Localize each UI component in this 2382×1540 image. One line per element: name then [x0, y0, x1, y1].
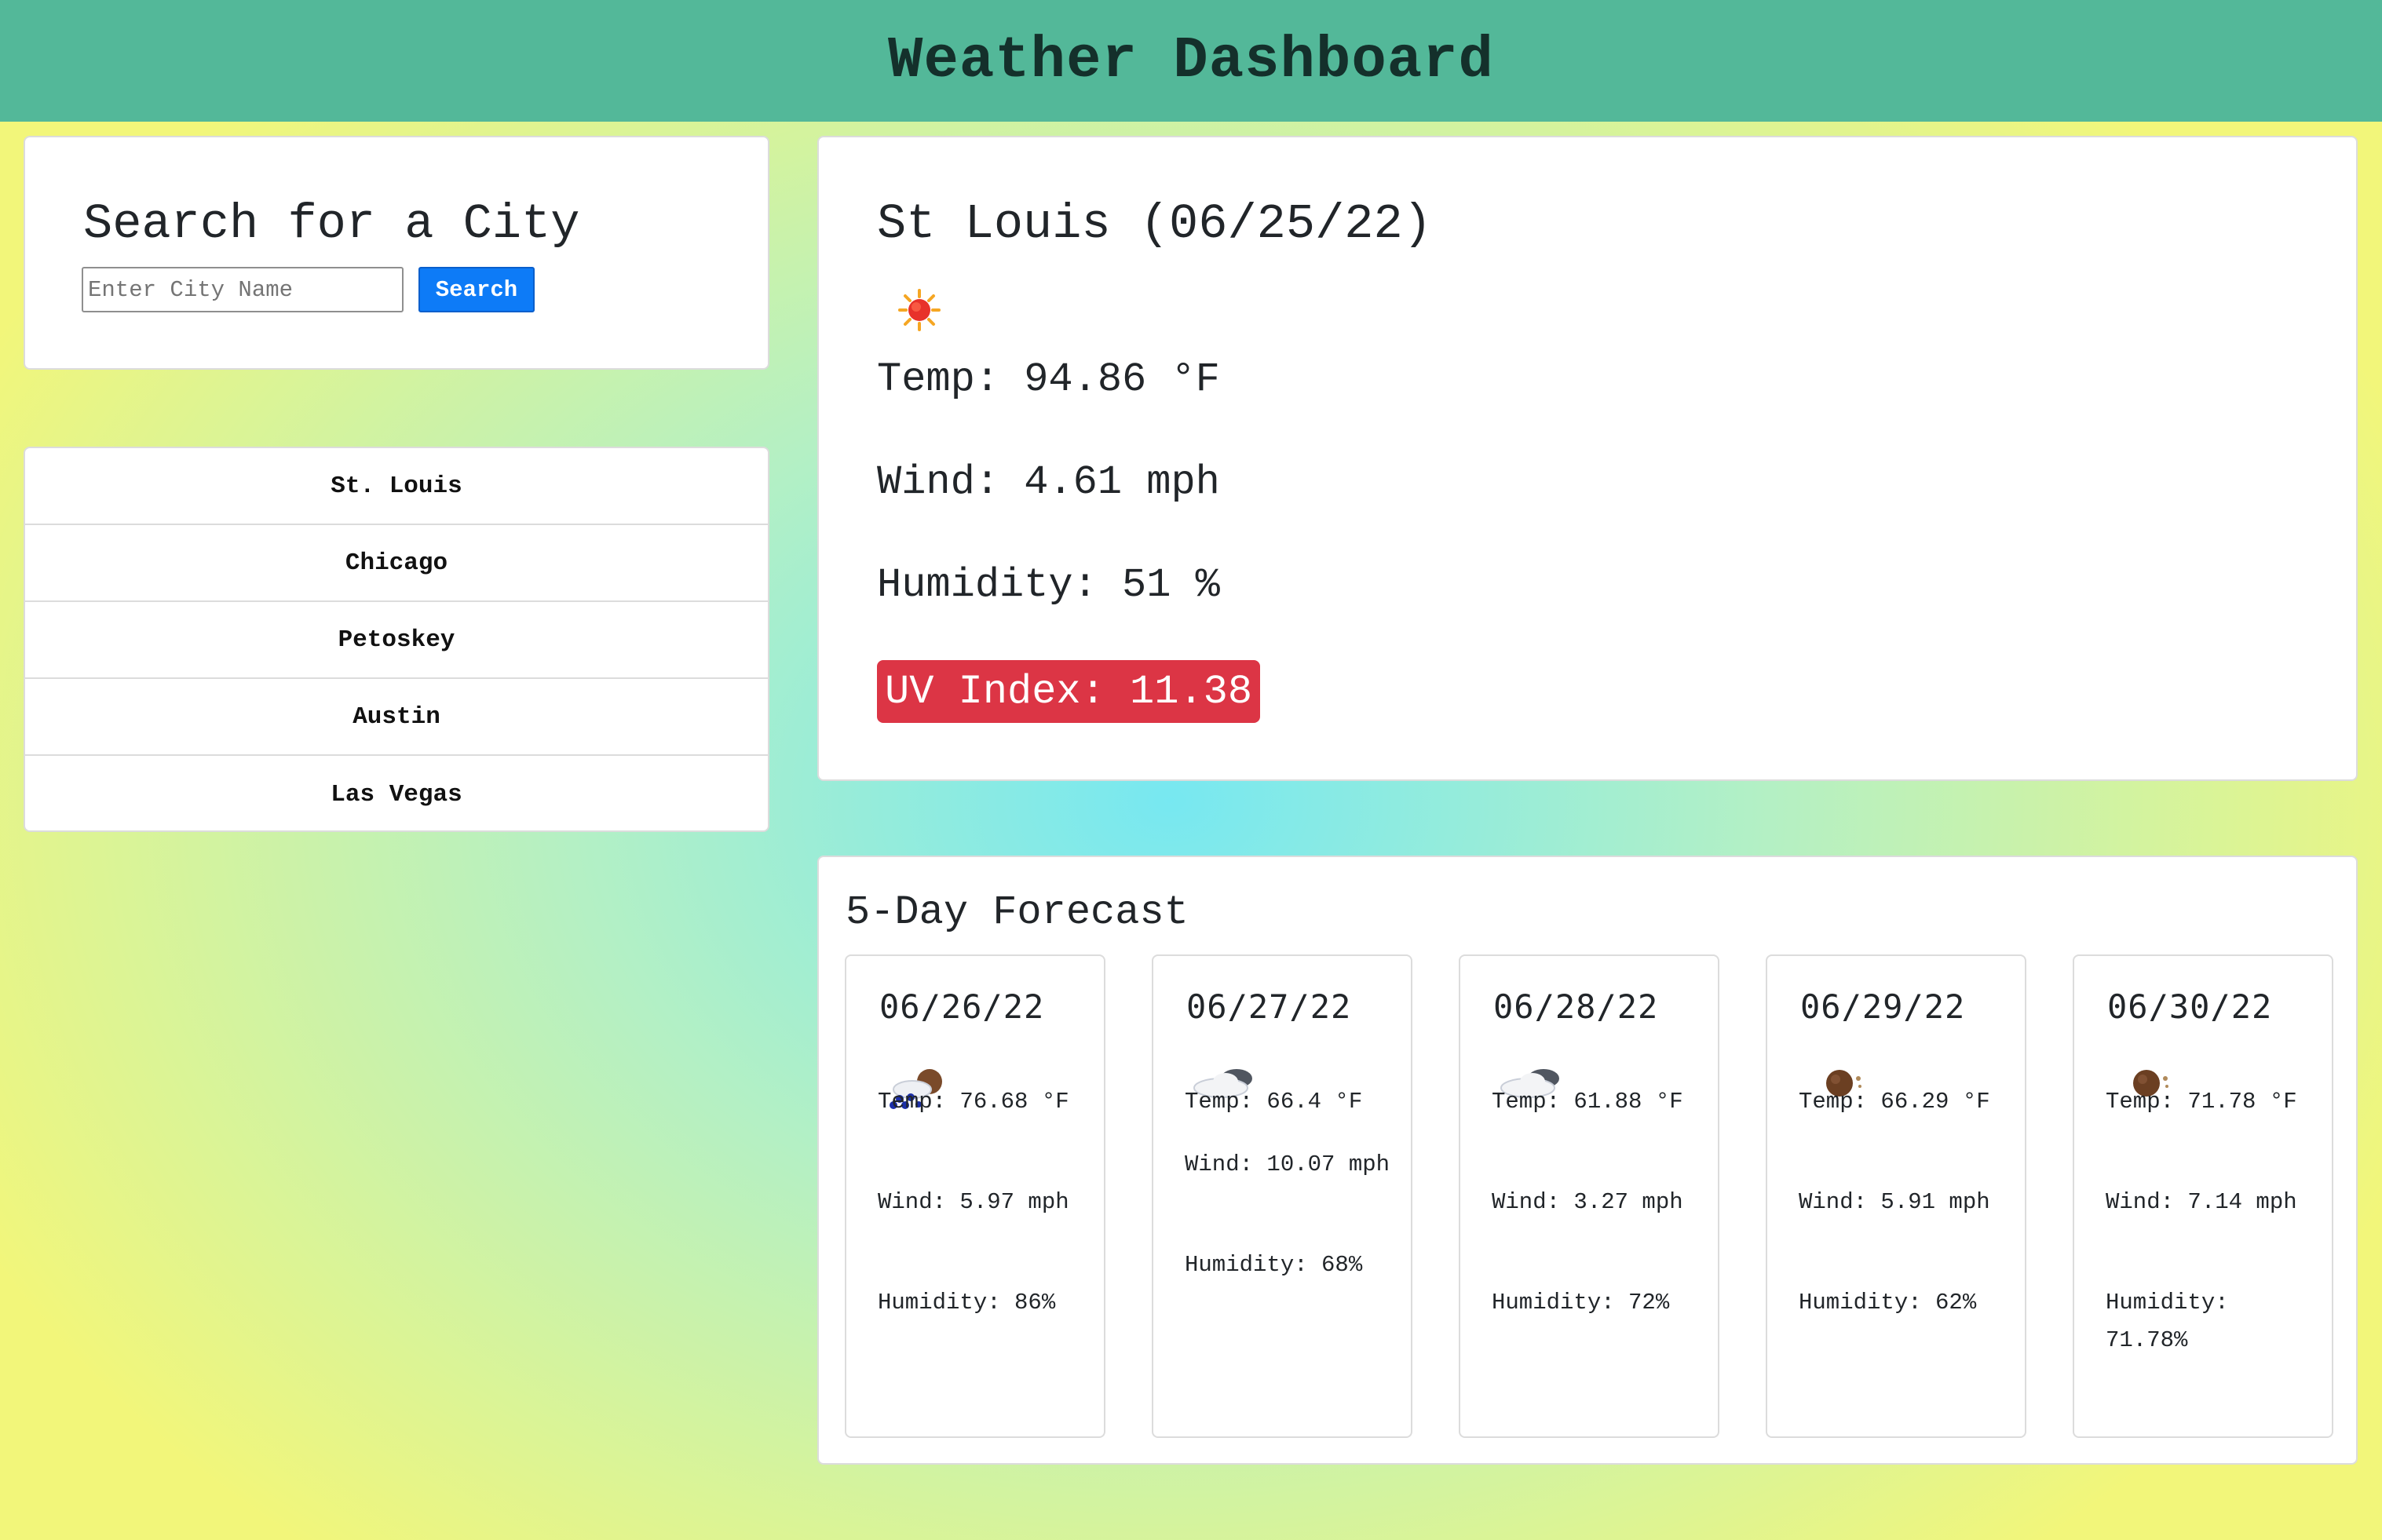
forecast-wind: Wind: 3.27 mph	[1492, 1189, 1683, 1215]
forecast-wind: Wind: 5.97 mph	[878, 1189, 1069, 1215]
forecast-temp: Temp: 61.88 °F	[1492, 1089, 1683, 1115]
forecast-temp: Temp: 66.4 °F	[1185, 1089, 1363, 1115]
forecast-humidity: Humidity: 72%	[1492, 1290, 1670, 1316]
forecast-wind: Wind: 7.14 mph	[2106, 1189, 2297, 1215]
forecast-wind: Wind: 10.07 mph	[1185, 1151, 1390, 1177]
forecast-temp: Temp: 76.68 °F	[878, 1089, 1069, 1115]
forecast-wind: Wind: 5.91 mph	[1799, 1189, 1990, 1215]
search-title: Search for a City	[83, 196, 580, 252]
forecast-day-card: 06/29/22 Temp: 66.29 °F Wind: 5.91 mph H…	[1766, 954, 2026, 1438]
search-history-list: St. Louis Chicago Petoskey Austin Las Ve…	[24, 447, 769, 832]
search-panel: Search for a City Search	[24, 136, 769, 370]
header-bar: Weather Dashboard	[0, 0, 2382, 122]
sun-icon	[897, 288, 941, 332]
history-item-st-louis[interactable]: St. Louis	[25, 448, 768, 525]
history-item-austin[interactable]: Austin	[25, 679, 768, 756]
uv-index-badge: UV Index: 11.38	[877, 660, 1261, 723]
forecast-day-card: 06/30/22 Temp: 71.78 °F Wind: 7.14 mph H…	[2073, 954, 2333, 1438]
forecast-date: 06/30/22	[2107, 987, 2273, 1026]
forecast-day-card: 06/26/22 Temp: 76.68 °F Wind: 5.97 mph H…	[845, 954, 1105, 1438]
search-button[interactable]: Search	[418, 267, 535, 312]
forecast-humidity: Humidity: 68%	[1185, 1252, 1363, 1278]
forecast-date: 06/29/22	[1800, 987, 1966, 1026]
forecast-date: 06/27/22	[1186, 987, 1352, 1026]
forecast-temp: Temp: 71.78 °F	[2106, 1089, 2297, 1115]
history-item-las-vegas[interactable]: Las Vegas	[25, 756, 768, 830]
forecast-temp: Temp: 66.29 °F	[1799, 1089, 1990, 1115]
current-wind: Wind: 4.61 mph	[877, 459, 1220, 505]
current-city-title: St Louis (06/25/22)	[877, 196, 1432, 252]
forecast-humidity: Humidity: 71.78%	[2106, 1290, 2229, 1353]
current-humidity: Humidity: 51 %	[877, 562, 1220, 608]
history-item-petoskey[interactable]: Petoskey	[25, 602, 768, 679]
forecast-date: 06/28/22	[1493, 987, 1659, 1026]
current-temp: Temp: 94.86 °F	[877, 356, 1220, 403]
forecast-day-card: 06/27/22 Temp: 66.4 °F Wind: 10.07 mph H…	[1152, 954, 1412, 1438]
current-weather-panel: St Louis (06/25/22) Temp: 94.86 °F Wind:…	[817, 136, 2358, 781]
forecast-humidity: Humidity: 62%	[1799, 1290, 1977, 1316]
forecast-title: 5-Day Forecast	[846, 889, 1189, 936]
page-title: Weather Dashboard	[888, 27, 1494, 94]
city-search-input[interactable]	[82, 267, 404, 312]
forecast-panel: 5-Day Forecast 06/26/22 Temp: 76.68 °F W…	[817, 856, 2358, 1465]
history-item-chicago[interactable]: Chicago	[25, 525, 768, 602]
forecast-date: 06/26/22	[879, 987, 1045, 1026]
forecast-humidity: Humidity: 86%	[878, 1290, 1056, 1316]
forecast-day-card: 06/28/22 Temp: 61.88 °F Wind: 3.27 mph H…	[1459, 954, 1719, 1438]
